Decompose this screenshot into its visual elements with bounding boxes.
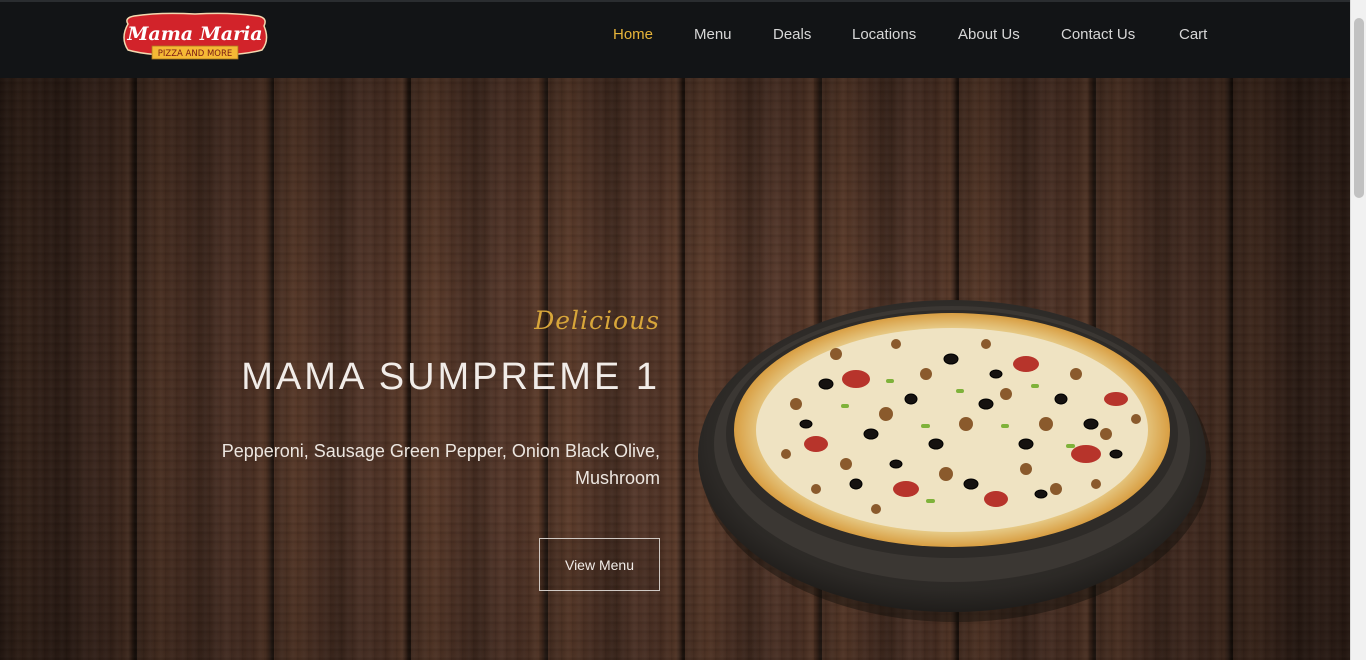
hero-slider: Delicious MAMA SUMPREME 1 Pepperoni, Sau… [0, 78, 1350, 660]
nav-deals[interactable]: Deals [773, 26, 811, 43]
hero-script-tagline: Delicious [534, 306, 660, 335]
pizza-image [698, 300, 1211, 622]
main-nav: Home Menu Deals Locations About Us Conta… [0, 2, 1350, 80]
scrollbar-thumb[interactable] [1354, 18, 1364, 198]
nav-locations[interactable]: Locations [852, 26, 916, 43]
nav-about-us[interactable]: About Us [958, 26, 1020, 43]
nav-cart[interactable]: Cart [1179, 26, 1207, 43]
nav-home[interactable]: Home [613, 26, 653, 43]
nav-menu[interactable]: Menu [694, 26, 732, 43]
nav-contact-us[interactable]: Contact Us [1061, 26, 1135, 43]
hero-description: Pepperoni, Sausage Green Pepper, Onion B… [221, 441, 660, 488]
site-header: Mama Maria PIZZA AND MORE Home Menu Deal… [0, 0, 1350, 78]
hero-title: MAMA SUMPREME 1 [241, 356, 660, 398]
page-scrollbar[interactable] [1350, 0, 1366, 660]
view-menu-button[interactable]: View Menu [539, 538, 660, 591]
